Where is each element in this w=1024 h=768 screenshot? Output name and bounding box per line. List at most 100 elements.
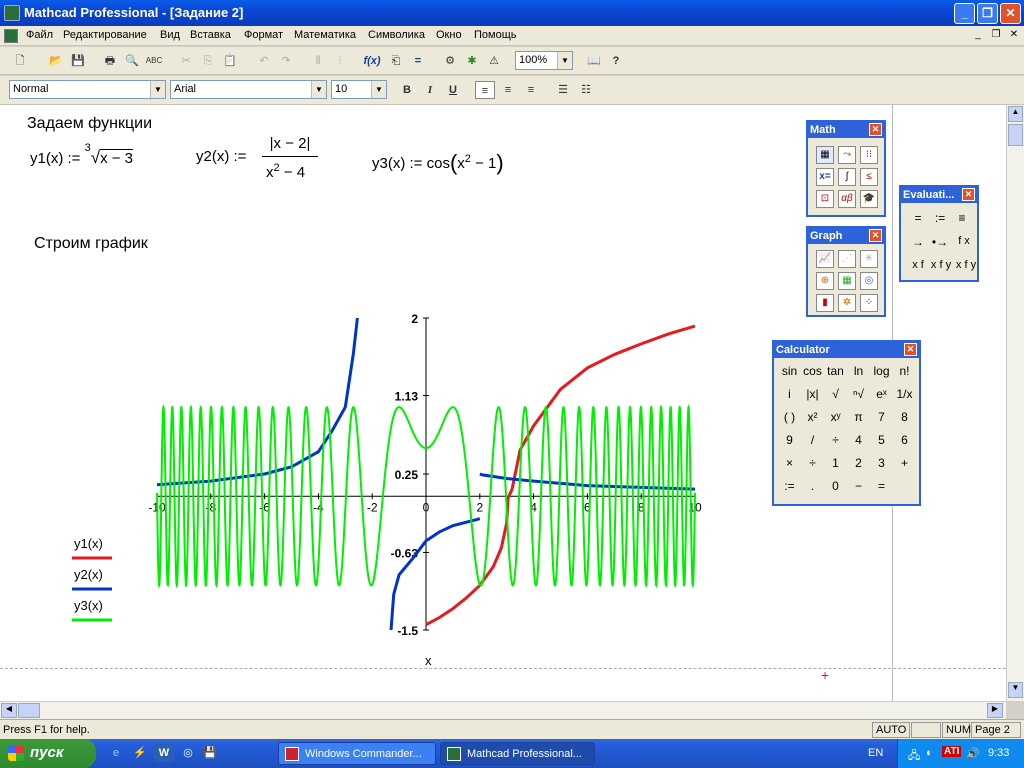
clock[interactable]: 9:33 — [988, 747, 1009, 759]
calc-key[interactable]: 4 — [847, 433, 870, 447]
evaluation-toolbar-icon[interactable]: x= — [816, 168, 834, 186]
run-script-icon[interactable]: ⚠ — [484, 52, 504, 70]
chevron-down-icon[interactable]: ▼ — [311, 81, 326, 98]
calc-key[interactable]: 5 — [870, 433, 893, 447]
close-icon[interactable]: ✕ — [962, 188, 975, 201]
tray-ati-icon[interactable]: ATI — [942, 746, 962, 757]
font-size-select[interactable]: 10 ▼ — [331, 80, 387, 99]
programming-toolbar-icon[interactable]: ⊡ — [816, 190, 834, 208]
eval-infix-operator[interactable]: x f y — [929, 259, 953, 271]
eval-treefix-operator[interactable]: x f y — [954, 259, 978, 271]
calc-key[interactable]: ÷ — [801, 456, 824, 470]
eval-postfix-operator[interactable]: x f — [907, 259, 929, 271]
italic-icon[interactable]: I — [420, 81, 440, 99]
calc-key[interactable]: − — [847, 479, 870, 493]
calc-key[interactable]: π — [847, 410, 870, 424]
close-icon[interactable]: ✕ — [904, 343, 917, 356]
doc-close-button[interactable]: ✕ — [1006, 29, 1022, 43]
align-across-icon[interactable]: ⫴ — [308, 52, 328, 70]
cut-icon[interactable]: ✂ — [176, 52, 196, 70]
vector-field-icon[interactable]: ⁘ — [860, 294, 878, 312]
calc-key[interactable]: := — [778, 479, 801, 493]
calc-key[interactable]: sin — [778, 364, 801, 378]
trace-icon[interactable]: ✳ — [860, 250, 878, 268]
style-select[interactable]: Normal ▼ — [9, 80, 166, 99]
print-preview-icon[interactable]: 🔍 — [122, 52, 142, 70]
copy-icon[interactable]: ⎘ — [198, 52, 218, 70]
menu-format[interactable]: Формат — [244, 29, 283, 41]
document-icon[interactable] — [4, 29, 18, 43]
menu-insert[interactable]: Вставка — [190, 29, 231, 41]
underline-icon[interactable]: U — [443, 81, 463, 99]
calc-key[interactable]: . — [801, 479, 824, 493]
insert-function-icon[interactable]: f(x) — [362, 52, 382, 70]
xy-plot[interactable]: -10 -8 -6 -4 -2 0 2 4 6 8 1021.130.25-0.63-1.5 y1(… — [60, 305, 720, 675]
calculate-icon[interactable]: = — [408, 52, 428, 70]
align-down-icon[interactable]: ⫶ — [330, 52, 350, 70]
start-button[interactable]: пуск — [0, 739, 96, 768]
symbolic-toolbar-icon[interactable]: 🎓 — [860, 190, 878, 208]
menu-window[interactable]: Окно — [436, 29, 462, 41]
bar-plot-icon[interactable]: ▮ — [816, 294, 834, 312]
language-indicator[interactable]: EN — [868, 747, 883, 759]
quicklaunch-app-icon[interactable]: ◎ — [178, 744, 198, 762]
vertical-scrollbar[interactable]: ▲ ▼ — [1006, 105, 1024, 701]
calc-key[interactable]: n! — [893, 364, 916, 378]
minimize-button[interactable]: _ — [954, 3, 975, 24]
calc-key[interactable]: 1 — [824, 456, 847, 470]
chevron-down-icon[interactable]: ▼ — [371, 81, 386, 98]
greek-toolbar-icon[interactable]: αβ — [838, 190, 856, 208]
matrix-toolbar-icon[interactable]: ⁝⁝ — [860, 146, 878, 164]
close-icon[interactable]: ✕ — [869, 123, 882, 136]
insert-component-icon[interactable]: ✱ — [462, 52, 482, 70]
eval-prefix-operator[interactable]: f x — [953, 235, 975, 247]
calc-key[interactable]: log — [870, 364, 893, 378]
redo-icon[interactable]: ↷ — [276, 52, 296, 70]
calc-key[interactable]: 7 — [870, 410, 893, 424]
quicklaunch-icon[interactable]: ⚡ — [130, 744, 150, 762]
calc-key[interactable]: 0 — [824, 479, 847, 493]
doc-minimize-button[interactable]: _ — [970, 29, 986, 43]
contour-plot-icon[interactable]: ◎ — [860, 272, 878, 290]
y2-definition[interactable]: y2(x) := — [196, 148, 246, 165]
menu-math[interactable]: Математика — [294, 29, 356, 41]
close-icon[interactable]: ✕ — [869, 229, 882, 242]
graph-toolbar-icon[interactable]: ⤳ — [838, 146, 856, 164]
align-right-icon[interactable]: ≡ — [521, 81, 541, 99]
calculator-toolbar-icon[interactable]: ▦ — [816, 146, 834, 164]
horizontal-scrollbar[interactable]: ◀ ▶ — [0, 701, 1006, 719]
bold-icon[interactable]: B — [397, 81, 417, 99]
open-icon[interactable]: 📂 — [46, 52, 66, 70]
tray-network-icon[interactable]: 🖧 — [908, 747, 920, 766]
polar-plot-icon[interactable]: ⊕ — [816, 272, 834, 290]
calc-key[interactable]: + — [893, 456, 916, 470]
close-button[interactable]: ✕ — [1000, 3, 1021, 24]
menu-file[interactable]: Файл — [26, 29, 53, 41]
calc-key[interactable]: 8 — [893, 410, 916, 424]
calc-key[interactable]: i — [778, 387, 801, 401]
add-line-icon[interactable]: ⋰ — [838, 250, 856, 268]
mathcad-app-icon[interactable] — [4, 5, 20, 21]
calc-key[interactable]: 9 — [778, 433, 801, 447]
eval-define[interactable]: := — [931, 211, 949, 225]
calc-key[interactable]: √ — [824, 387, 847, 401]
calc-key[interactable]: 2 — [847, 456, 870, 470]
surface-plot-icon[interactable]: ▦ — [838, 272, 856, 290]
eval-symbolic[interactable]: → — [909, 235, 927, 249]
calc-key[interactable]: 1/x — [893, 387, 916, 401]
chevron-down-icon[interactable]: ▼ — [557, 52, 572, 69]
insert-unit-icon[interactable]: ⎗ — [386, 52, 406, 70]
scroll-right-icon[interactable]: ▶ — [987, 703, 1003, 718]
save-icon[interactable]: 💾 — [68, 52, 88, 70]
eval-keyword-symbolic[interactable]: •→ — [931, 235, 949, 249]
undo-icon[interactable]: ↶ — [254, 52, 274, 70]
eval-global-define[interactable]: ≡ — [953, 211, 971, 225]
doc-restore-button[interactable]: ❐ — [988, 29, 1004, 43]
font-select[interactable]: Arial ▼ — [170, 80, 327, 99]
y3-definition[interactable]: y3(x) := cos(x2 − 1) — [372, 148, 504, 175]
bullets-icon[interactable]: ☰ — [553, 81, 573, 99]
menu-help[interactable]: Помощь — [474, 29, 517, 41]
calc-key[interactable]: 3 — [870, 456, 893, 470]
task-mathcad[interactable]: Mathcad Professional... — [440, 742, 595, 765]
calculus-toolbar-icon[interactable]: ∫ — [838, 168, 856, 186]
